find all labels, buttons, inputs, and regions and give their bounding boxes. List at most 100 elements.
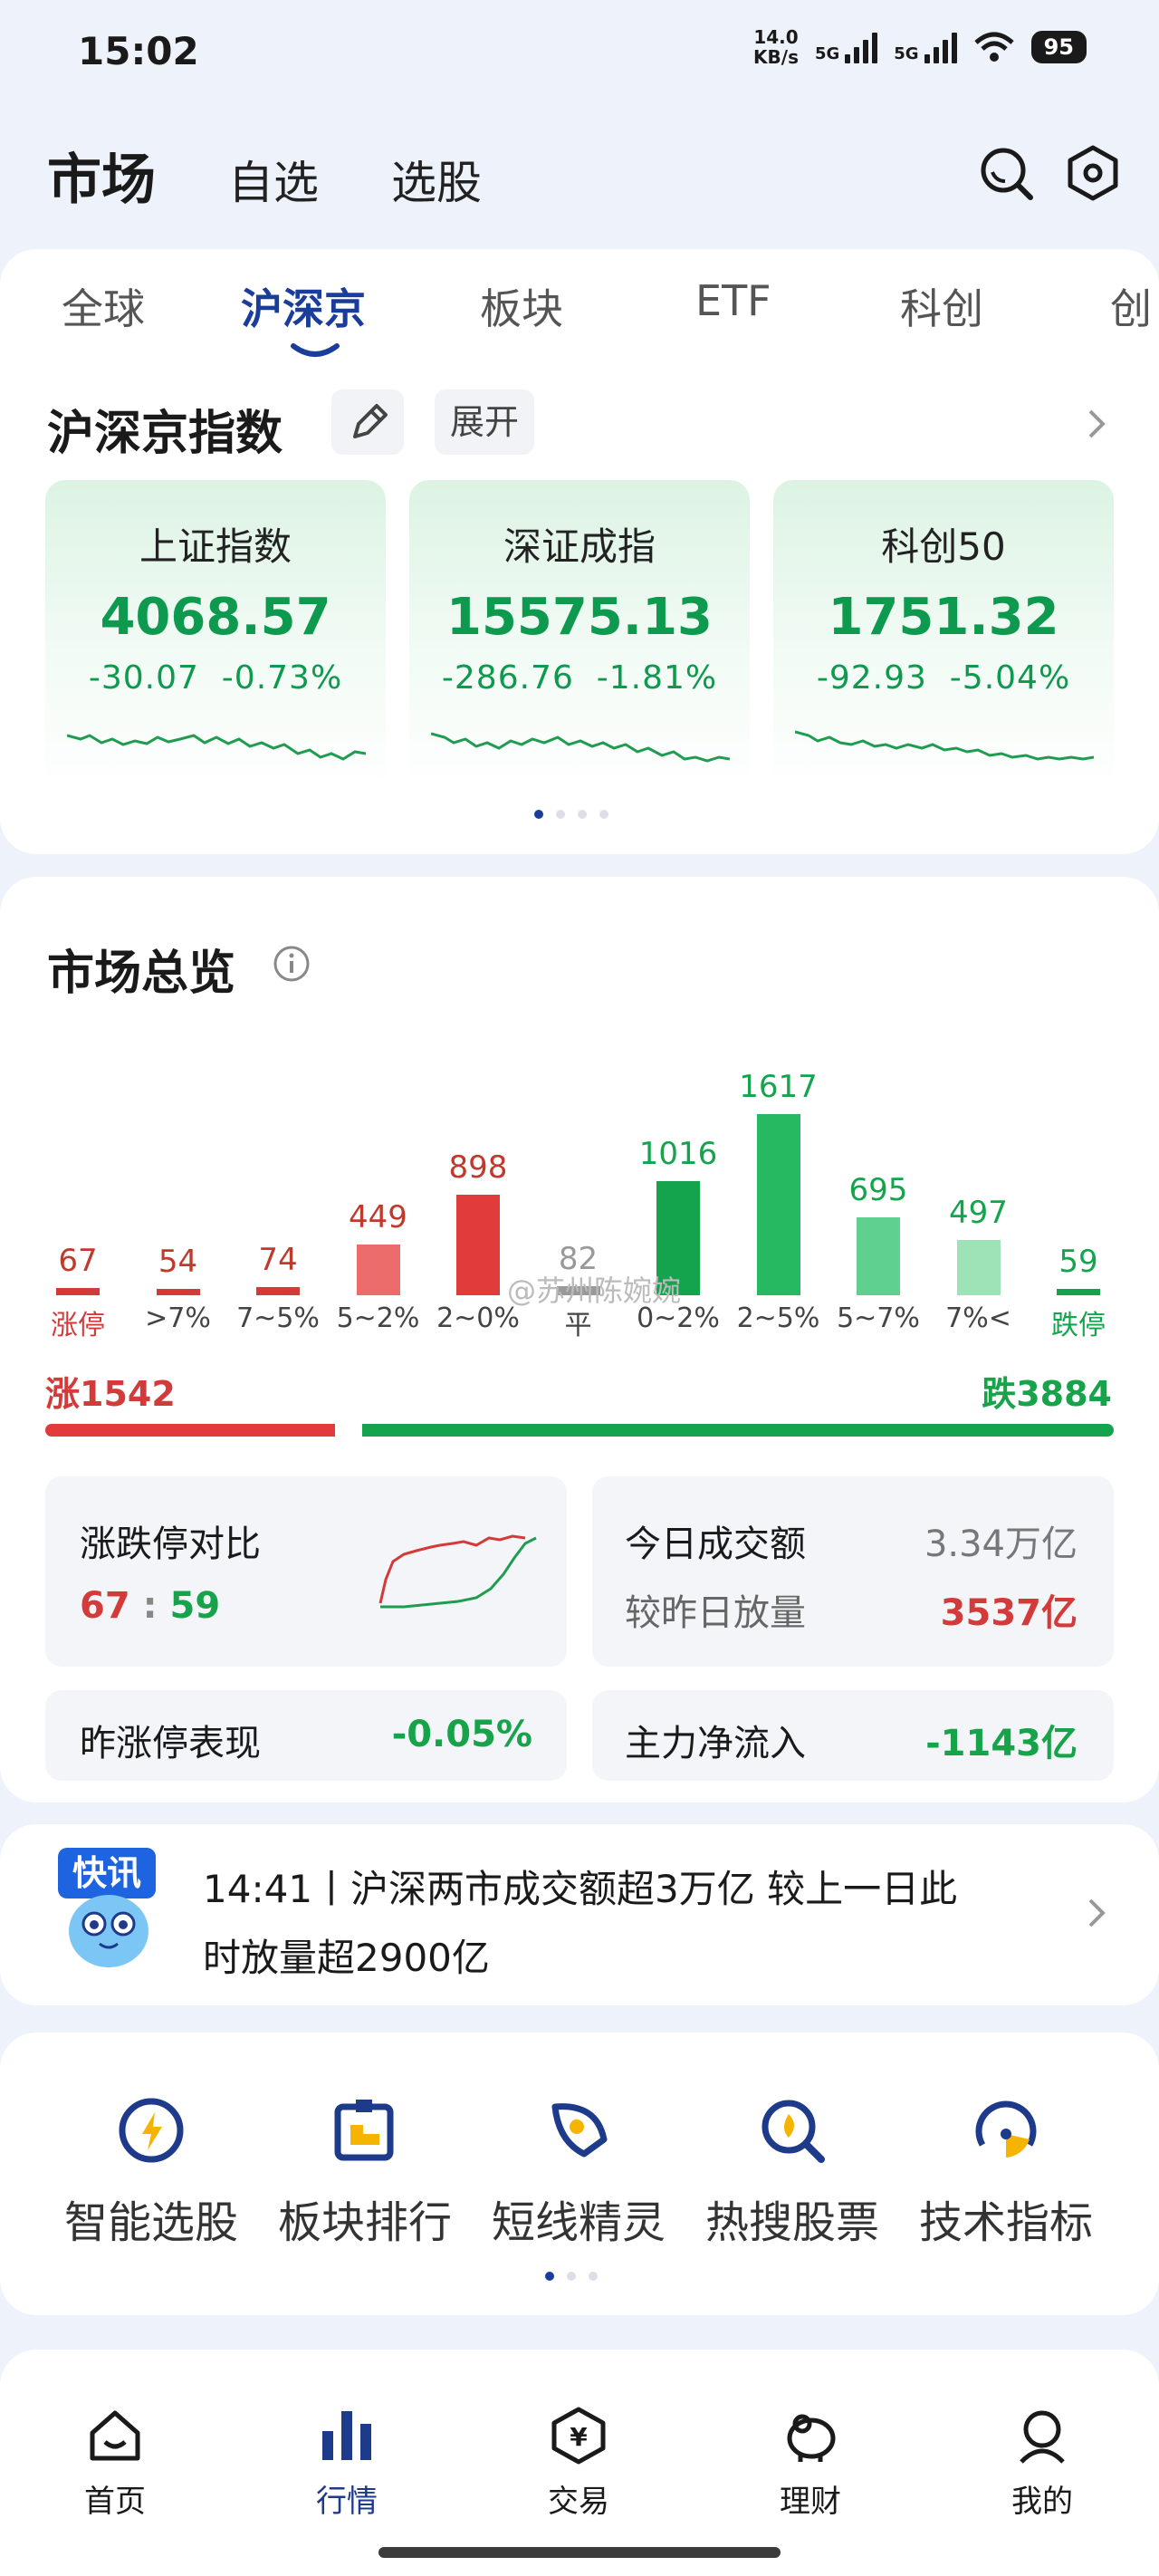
tool-hot-search[interactable]: 热搜股票: [688, 2094, 896, 2250]
dist-bar: [156, 1289, 200, 1295]
gauge-icon: [975, 2100, 1037, 2158]
index-value: 1751.32: [828, 588, 1059, 647]
dist-bar: [456, 1194, 500, 1295]
overview-title: 市场总览: [47, 947, 236, 1001]
edit-button[interactable]: [331, 389, 404, 455]
yesterday-limit-label: 昨涨停表现: [80, 1723, 261, 1764]
up-count: 涨1542: [45, 1374, 176, 1414]
index-change: -92.93 -5.04%: [816, 659, 1071, 697]
dist-bar-value: 898: [448, 1149, 508, 1186]
index-change: -30.07 -0.73%: [88, 659, 343, 697]
tab-market[interactable]: 市场: [47, 136, 156, 215]
bottom-nav: 首页 行情 ¥ 交易 理财 我的: [0, 2350, 1159, 2576]
home-icon: [90, 2410, 140, 2461]
chevron-right-icon[interactable]: [1087, 1897, 1106, 1929]
tab-star[interactable]: 科创: [900, 276, 983, 336]
dist-bar-value: 497: [949, 1194, 1008, 1231]
dist-bar-value: 1016: [638, 1136, 718, 1173]
tool-label: 热搜股票: [704, 2197, 879, 2248]
tab-etf[interactable]: ETF: [695, 276, 771, 325]
quick-tools: 智能选股 板块排行 短线精灵 热搜股票 技术指标: [47, 2094, 1116, 2266]
expand-button[interactable]: 展开: [435, 389, 534, 455]
dist-bar: [1057, 1288, 1100, 1295]
chevron-right-icon[interactable]: [1087, 408, 1106, 440]
nav-label: 理财: [780, 2484, 841, 2520]
main-inflow-box[interactable]: 主力净流入 -1143亿: [592, 1690, 1114, 1781]
info-icon[interactable]: [272, 944, 311, 984]
dist-bar: [56, 1287, 100, 1295]
dist-bar-label: 5~2%: [336, 1302, 420, 1334]
sparkline: [67, 734, 366, 761]
yesterday-limit-box[interactable]: 昨涨停表现 -0.05%: [45, 1690, 567, 1781]
carousel-dots: [534, 810, 608, 819]
dist-bar-label: 7~5%: [236, 1302, 320, 1334]
dist-bar-value: 695: [848, 1172, 908, 1209]
limit-compare-title: 涨跌停对比: [80, 1523, 261, 1565]
dist-bar-value: 449: [349, 1199, 407, 1236]
svg-text:¥: ¥: [570, 2422, 588, 2452]
tools-dots: [545, 2272, 598, 2281]
news-text: 14:41丨沪深两市成交额超3万亿 较上一日此 时放量超2900亿: [203, 1855, 1036, 1993]
limit-compare-box[interactable]: 涨跌停对比 67 : 59: [45, 1476, 567, 1667]
turnover-value: 3.34万亿: [924, 1523, 1078, 1565]
dist-bar-value: 74: [258, 1241, 298, 1278]
tab-sectors[interactable]: 板块: [480, 276, 563, 336]
dist-bar-value: 59: [1058, 1243, 1098, 1280]
magnify-icon: [761, 2100, 825, 2163]
tool-label: 智能选股: [63, 2197, 238, 2248]
news-text-line2: 时放量超2900亿: [203, 1936, 490, 1980]
home-indicator: [378, 2547, 781, 2558]
tool-smart-screener[interactable]: 智能选股: [47, 2094, 255, 2250]
signal-icon: 5G: [815, 31, 878, 63]
bar-chart-icon: [322, 2411, 371, 2460]
status-icons: 14.0 KB/s 5G 5G 95: [753, 27, 1087, 67]
tab-chinext[interactable]: 创: [1110, 276, 1152, 336]
search-icon[interactable]: [978, 145, 1034, 201]
index-change: -286.76 -1.81%: [441, 659, 718, 697]
lightning-icon: [119, 2098, 184, 2163]
dist-bar: [256, 1286, 300, 1295]
nav-label: 首页: [84, 2484, 146, 2520]
nav-trade[interactable]: ¥ 交易: [506, 2406, 651, 2521]
dist-bar-label: 涨停: [51, 1310, 105, 1341]
net-speed: 14.0 KB/s: [753, 27, 799, 67]
net-speed-unit: KB/s: [753, 46, 799, 68]
dist-bar-label: >7%: [145, 1302, 211, 1334]
nav-me[interactable]: 我的: [970, 2406, 1115, 2521]
nav-label: 交易: [548, 2484, 609, 2520]
settings-hex-icon[interactable]: [1065, 145, 1121, 201]
yen-icon: ¥: [551, 2407, 606, 2465]
tab-global[interactable]: 全球: [62, 276, 145, 336]
indices-title: 沪深京指数: [47, 407, 283, 461]
index-value: 4068.57: [100, 588, 331, 647]
dist-bar: [956, 1239, 1001, 1295]
dist-bar: [857, 1217, 900, 1295]
dist-bar-label: 跌停: [1051, 1310, 1106, 1341]
yesterday-limit-value: -0.05%: [391, 1714, 532, 1755]
tab-watchlist[interactable]: 自选: [228, 147, 319, 212]
index-card-star50[interactable]: 科创50 1751.32 -92.93 -5.04%: [773, 480, 1114, 793]
nav-home[interactable]: 首页: [43, 2406, 187, 2521]
nav-label: 我的: [1011, 2484, 1073, 2520]
turnover-box[interactable]: 今日成交额 3.34万亿 较昨日放量 3537亿: [592, 1476, 1114, 1667]
tool-sector-ranking[interactable]: 板块排行: [261, 2094, 469, 2250]
tool-short-term-sprite[interactable]: 短线精灵: [474, 2094, 683, 2250]
tab-hushenjing[interactable]: 沪深京: [241, 276, 366, 336]
nav-wealth[interactable]: 理财: [738, 2406, 883, 2521]
main-inflow-value: -1143亿: [925, 1723, 1078, 1764]
sparkline: [431, 732, 730, 763]
tab-screener[interactable]: 选股: [391, 147, 482, 212]
index-card-szse[interactable]: 深证成指 15575.13 -286.76 -1.81%: [409, 480, 750, 793]
network-label-2: 5G: [894, 44, 919, 63]
index-card-sse[interactable]: 上证指数 4068.57 -30.07 -0.73%: [45, 480, 386, 793]
tool-tech-indicators[interactable]: 技术指标: [902, 2094, 1110, 2250]
dist-bar-label: 5~7%: [837, 1302, 920, 1334]
wifi-icon: [973, 32, 1014, 62]
tool-label: 短线精灵: [491, 2197, 666, 2248]
nav-market[interactable]: 行情: [274, 2406, 419, 2521]
dist-bar: [356, 1245, 400, 1295]
up-down-ratio-bar: [45, 1424, 1114, 1437]
dist-bar-value: 1617: [739, 1069, 818, 1105]
dist-bar-label: 7%<: [945, 1302, 1011, 1334]
piggy-bank-icon: [787, 2414, 836, 2462]
